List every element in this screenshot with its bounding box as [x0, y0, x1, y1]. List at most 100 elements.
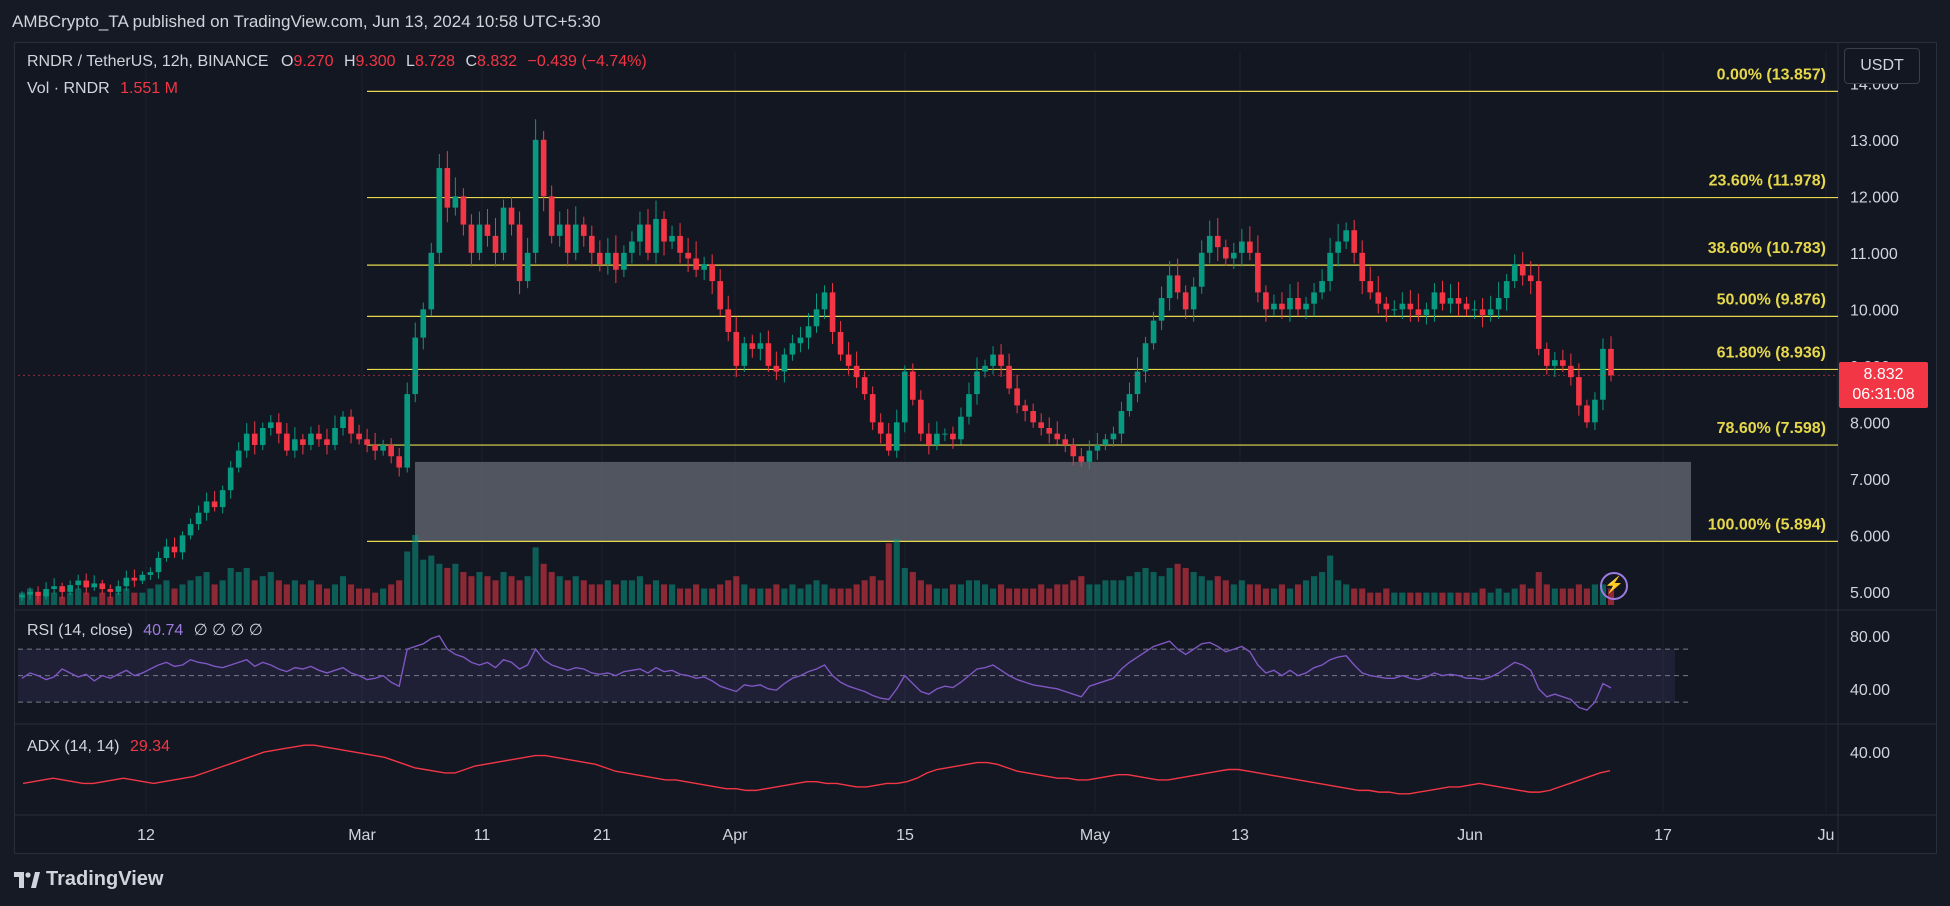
volume-bar [1487, 592, 1494, 605]
volume-bar [179, 584, 186, 605]
volume-bar [131, 592, 138, 605]
price-tick-label: 6.000 [1850, 528, 1890, 545]
volume-bar [1006, 588, 1013, 605]
candle-body [950, 433, 956, 440]
candle-body [1415, 309, 1422, 315]
candle-body [1126, 394, 1133, 412]
volume-bar [1302, 580, 1310, 605]
fib-level-label: 23.60% (11.978) [1709, 173, 1826, 190]
candle-body [1535, 281, 1542, 349]
fib-level-label: 100.00% (5.894) [1708, 516, 1826, 533]
volume-bar [243, 567, 250, 605]
volume-bar [1262, 588, 1269, 605]
close-value: 8.832 [477, 53, 518, 70]
volume-bar [235, 572, 242, 605]
volume-bar [227, 567, 234, 605]
candle-body [813, 309, 820, 327]
volume-value: 1.551 M [120, 80, 178, 97]
tradingview-logo[interactable]: TradingView [14, 868, 163, 891]
candle-body [1359, 252, 1366, 282]
candle-body [43, 589, 49, 597]
volume-bar [644, 584, 652, 605]
candle-body [484, 224, 491, 236]
volume-bar [1575, 584, 1582, 605]
symbol-label[interactable]: RNDR / TetherUS, 12h, BINANCE [27, 53, 269, 70]
candle-body [292, 439, 298, 451]
volume-bar [773, 584, 780, 605]
adx-label[interactable]: ADX (14, 14) [27, 738, 119, 755]
candle-body [605, 252, 611, 265]
volume-bar [1343, 584, 1350, 605]
candle-body [661, 218, 667, 242]
candle-body [540, 139, 547, 197]
candle-body [195, 512, 202, 525]
chart-canvas[interactable]: 0.00% (13.857) 23.60% (11.978) 38.60% (10.… [0, 0, 1950, 906]
volume-bar [1214, 576, 1221, 605]
volume-bar [1254, 584, 1261, 605]
rsi-label[interactable]: RSI (14, close) [27, 622, 133, 639]
volume-bar [412, 535, 419, 605]
volume-bar [251, 580, 258, 605]
candle-body [1600, 348, 1606, 400]
candle-body [1383, 303, 1390, 310]
candle-body [1543, 348, 1550, 366]
volume-bar [259, 576, 266, 605]
candle-body [1182, 292, 1189, 310]
candle-body [1102, 439, 1109, 445]
low-value: 8.728 [414, 53, 455, 70]
volume-bar [1222, 580, 1229, 605]
candle-body [1423, 309, 1430, 315]
volume-bar [283, 584, 290, 605]
volume-bar [725, 580, 732, 605]
volume-bar [356, 588, 363, 605]
candle-body [412, 337, 419, 395]
volume-bar [1415, 592, 1422, 605]
candle-body [1311, 292, 1317, 304]
candle-body [1391, 309, 1398, 311]
candle-body [1030, 411, 1036, 423]
candle-body [500, 207, 507, 253]
candle-body [1190, 286, 1197, 310]
candle-body [580, 224, 587, 236]
low-label: L [406, 53, 415, 70]
candle-body [468, 224, 475, 253]
candle-body [958, 416, 964, 440]
volume-bar [564, 580, 571, 605]
candle-body [227, 467, 234, 491]
candle-body [1471, 309, 1478, 311]
candle-body [556, 224, 563, 236]
candle-body [934, 433, 940, 445]
volume-bar [1198, 576, 1205, 605]
time-tick-label: Mar [348, 827, 376, 844]
volume-bar [1375, 592, 1382, 605]
volume-bar [396, 580, 403, 605]
volume-bar [211, 584, 218, 605]
volume-bar [612, 584, 619, 605]
candle-body [893, 422, 900, 451]
volume-bar [1150, 572, 1157, 605]
candle-body [845, 354, 852, 366]
candle-body [645, 224, 651, 253]
price-tick-label: 8.000 [1850, 415, 1890, 432]
volume-bar [1559, 588, 1566, 605]
time-tick-label: 17 [1654, 827, 1672, 844]
currency-button[interactable]: USDT [1844, 48, 1920, 84]
volume-label[interactable]: Vol · RNDR [27, 80, 110, 97]
volume-bar [901, 567, 908, 605]
volume-bar [1463, 592, 1470, 605]
candle-body [1094, 444, 1101, 451]
candle-body [516, 224, 523, 282]
candle-body [27, 591, 33, 595]
volume-bar [267, 572, 274, 605]
time-tick-label: 12 [137, 827, 155, 844]
volume-bar [1519, 584, 1526, 605]
lightning-icon[interactable]: ⚡ [1600, 572, 1628, 600]
volume-bars [18, 535, 1615, 605]
volume-bar [1134, 572, 1141, 605]
volume-bar [460, 572, 467, 605]
high-value: 9.300 [355, 53, 396, 70]
time-tick-label: Jun [1457, 827, 1483, 844]
volume-bar [532, 547, 539, 605]
candle-body [725, 309, 732, 332]
volume-bar [203, 572, 210, 605]
